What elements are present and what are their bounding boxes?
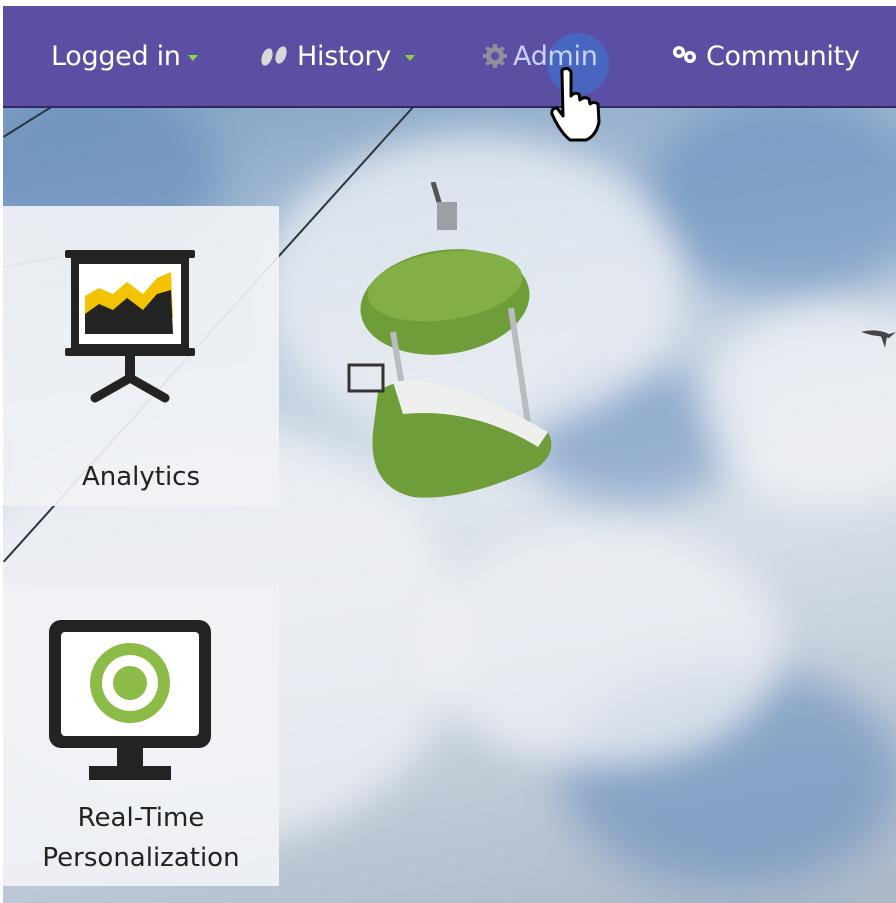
chevron-down-icon[interactable] <box>404 54 415 61</box>
nav-admin[interactable]: Admin <box>482 38 598 74</box>
chevron-down-icon[interactable] <box>187 54 198 61</box>
presentation-chart-icon <box>65 250 195 403</box>
analytics-label: Analytics <box>81 462 201 492</box>
gear-icon <box>482 43 508 69</box>
gondola-image <box>347 182 552 498</box>
app-frame: Logged in History Admin Community Analyt… <box>3 6 896 903</box>
analytics-tile[interactable]: Analytics <box>3 206 279 506</box>
bird-image <box>861 330 896 348</box>
map-pins-icon <box>669 43 701 69</box>
personalization-label-line1: Real-Time <box>77 803 205 833</box>
nav-history-label: History <box>297 40 391 72</box>
nav-logged-in[interactable]: Logged in <box>51 38 198 74</box>
nav-admin-label: Admin <box>513 40 598 72</box>
nav-history[interactable]: History <box>258 38 415 74</box>
monitor-target-icon <box>49 620 211 780</box>
personalization-tile[interactable]: Real-Time Personalization <box>3 586 279 886</box>
nav-community-label: Community <box>706 40 860 72</box>
personalization-label-line2: Personalization <box>42 843 240 873</box>
nav-logged-in-label: Logged in <box>51 40 181 72</box>
top-navbar: Logged in History Admin Community <box>3 6 896 108</box>
footprints-icon <box>258 45 292 67</box>
hand-cursor-icon <box>550 66 601 142</box>
nav-community[interactable]: Community <box>669 38 860 74</box>
